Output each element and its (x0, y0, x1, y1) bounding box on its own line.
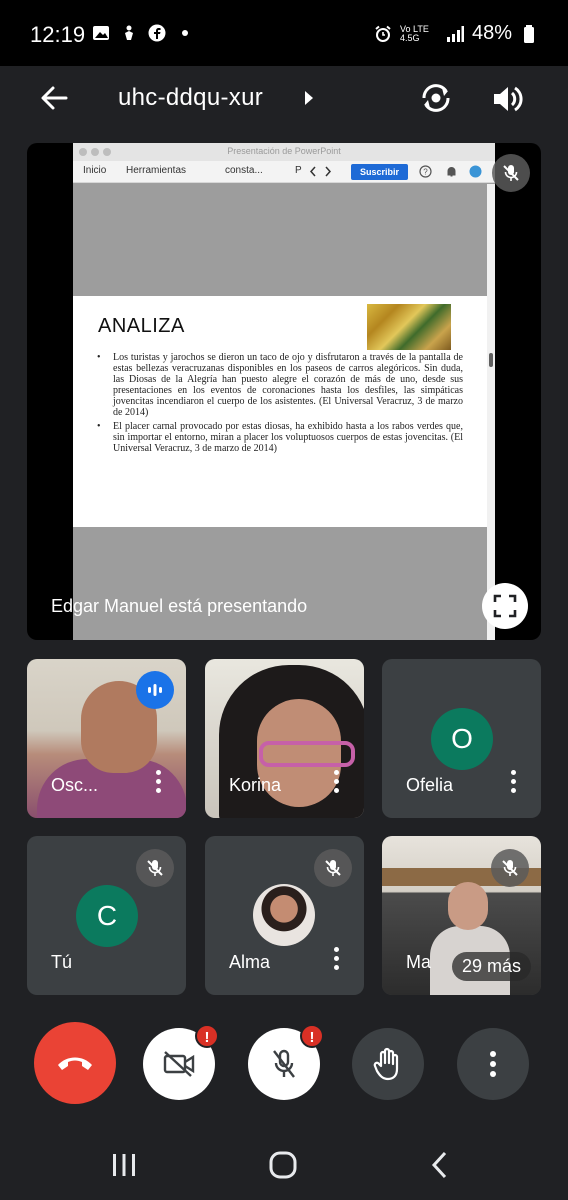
caret-right-icon[interactable] (303, 90, 315, 106)
speaker-icon[interactable] (490, 82, 524, 116)
signal-icon (446, 25, 464, 42)
meeting-code[interactable]: uhc-ddqu-xur (118, 84, 263, 112)
mic-off-icon (147, 860, 163, 876)
speaking-indicator (136, 671, 174, 709)
participant-name: Osc... (51, 775, 99, 795)
fullscreen-button[interactable] (482, 583, 528, 629)
switch-camera-icon[interactable] (418, 80, 454, 116)
participant-tile-alma[interactable]: Alma (205, 836, 364, 995)
battery-percent: 48% (471, 22, 512, 44)
slide-title: ANALIZA (98, 315, 185, 337)
more-options-icon[interactable] (332, 947, 340, 973)
svg-text:?: ? (423, 168, 428, 177)
camera-toggle-button[interactable]: ! (143, 1024, 219, 1100)
more-participants-count[interactable]: 29 más (451, 952, 531, 981)
presenter-label: Edgar Manuel está presentando (51, 596, 308, 616)
muted-indicator (136, 849, 174, 887)
avatar: O (431, 708, 493, 770)
participant-name: Tú (51, 952, 73, 972)
dot-icon (182, 30, 188, 36)
chevron-right-icon (325, 166, 332, 177)
slide-bullet: El placer carnal provocado por estas dio… (97, 421, 463, 454)
mic-warning-badge: ! (300, 1024, 324, 1048)
camera-warning-badge: ! (195, 1024, 219, 1048)
profile-icon (469, 165, 482, 178)
subscribe-button: Suscribir (351, 164, 408, 180)
participant-tile-more[interactable]: Ma 29 más (382, 836, 541, 995)
fullscreen-icon (493, 594, 517, 618)
chevron-left-icon (309, 166, 316, 177)
participant-tile-osc[interactable]: Osc... (27, 659, 186, 818)
status-bar: 12:19 Vo LTE 4.5G 48% (0, 0, 568, 66)
muted-indicator (491, 849, 529, 887)
gallery-icon (93, 26, 109, 40)
back-arrow-icon[interactable] (38, 82, 70, 114)
more-options-icon[interactable] (509, 770, 517, 796)
help-icon: ? (419, 165, 432, 178)
slide-photo (367, 304, 451, 350)
hand-icon (373, 1047, 399, 1081)
mic-off-icon (502, 860, 518, 876)
ribbon-tab-p: P (295, 165, 302, 176)
alarm-icon (375, 25, 391, 42)
raise-hand-button[interactable] (352, 1028, 424, 1100)
slide: ANALIZA Los turistas y jarochos se diero… (73, 296, 487, 527)
recent-apps-icon[interactable] (110, 1152, 138, 1178)
camera-off-icon (163, 1051, 195, 1077)
bell-icon (447, 167, 456, 177)
presenter-muted-icon (492, 154, 530, 192)
system-nav-bar (0, 1130, 568, 1200)
muted-indicator (314, 849, 352, 887)
slide-bullet: Los turistas y jarochos se dieron un tac… (97, 352, 463, 418)
status-time: 12:19 (30, 22, 86, 47)
window-titlebar: Presentación de PowerPoint (73, 143, 495, 161)
participant-tile-self[interactable]: C Tú (27, 836, 186, 995)
participant-tile-ofelia[interactable]: O Ofelia (382, 659, 541, 818)
participant-name: Korina (229, 775, 282, 795)
ribbon-tab-herramientas: Herramientas (126, 165, 187, 176)
participant-name: Alma (229, 952, 271, 972)
more-options-icon[interactable] (154, 770, 162, 796)
network-label: Vo LTE 4.5G (399, 23, 429, 43)
mic-off-icon (503, 165, 519, 181)
presentation-tile[interactable]: Presentación de PowerPoint Inicio Herram… (27, 143, 541, 640)
end-call-button[interactable] (34, 1022, 116, 1104)
ribbon-tab-inicio: Inicio (83, 165, 107, 176)
ribbon-tab-document: consta... (225, 165, 263, 176)
participant-name: Ma (406, 952, 432, 972)
meeting-header: uhc-ddqu-xur (0, 66, 568, 136)
more-options-icon[interactable] (332, 770, 340, 796)
shared-screen: Presentación de PowerPoint Inicio Herram… (73, 143, 495, 640)
battery-icon (524, 24, 534, 43)
home-icon[interactable] (268, 1151, 298, 1179)
mic-off-icon (325, 860, 341, 876)
more-vert-icon (490, 1051, 496, 1077)
slide-bullets: Los turistas y jarochos se dieron un tac… (97, 352, 463, 457)
participant-tile-korina[interactable]: Korina (205, 659, 364, 818)
mic-toggle-button[interactable]: ! (248, 1024, 324, 1100)
accessibility-icon (125, 25, 133, 40)
avatar (253, 884, 315, 946)
phone-hangup-icon (58, 1057, 92, 1070)
more-options-button[interactable] (457, 1028, 529, 1100)
audio-level-icon (148, 684, 162, 696)
scrollbar (487, 184, 495, 640)
participant-name: Ofelia (406, 775, 454, 795)
avatar: C (76, 885, 138, 947)
window-title: Presentación de PowerPoint (227, 146, 341, 156)
back-icon[interactable] (430, 1151, 450, 1179)
scrollbar-thumb (489, 353, 493, 367)
facebook-icon (148, 24, 166, 42)
mic-off-icon (273, 1049, 295, 1078)
ribbon-bar: Inicio Herramientas consta... P Suscribi… (73, 161, 495, 183)
